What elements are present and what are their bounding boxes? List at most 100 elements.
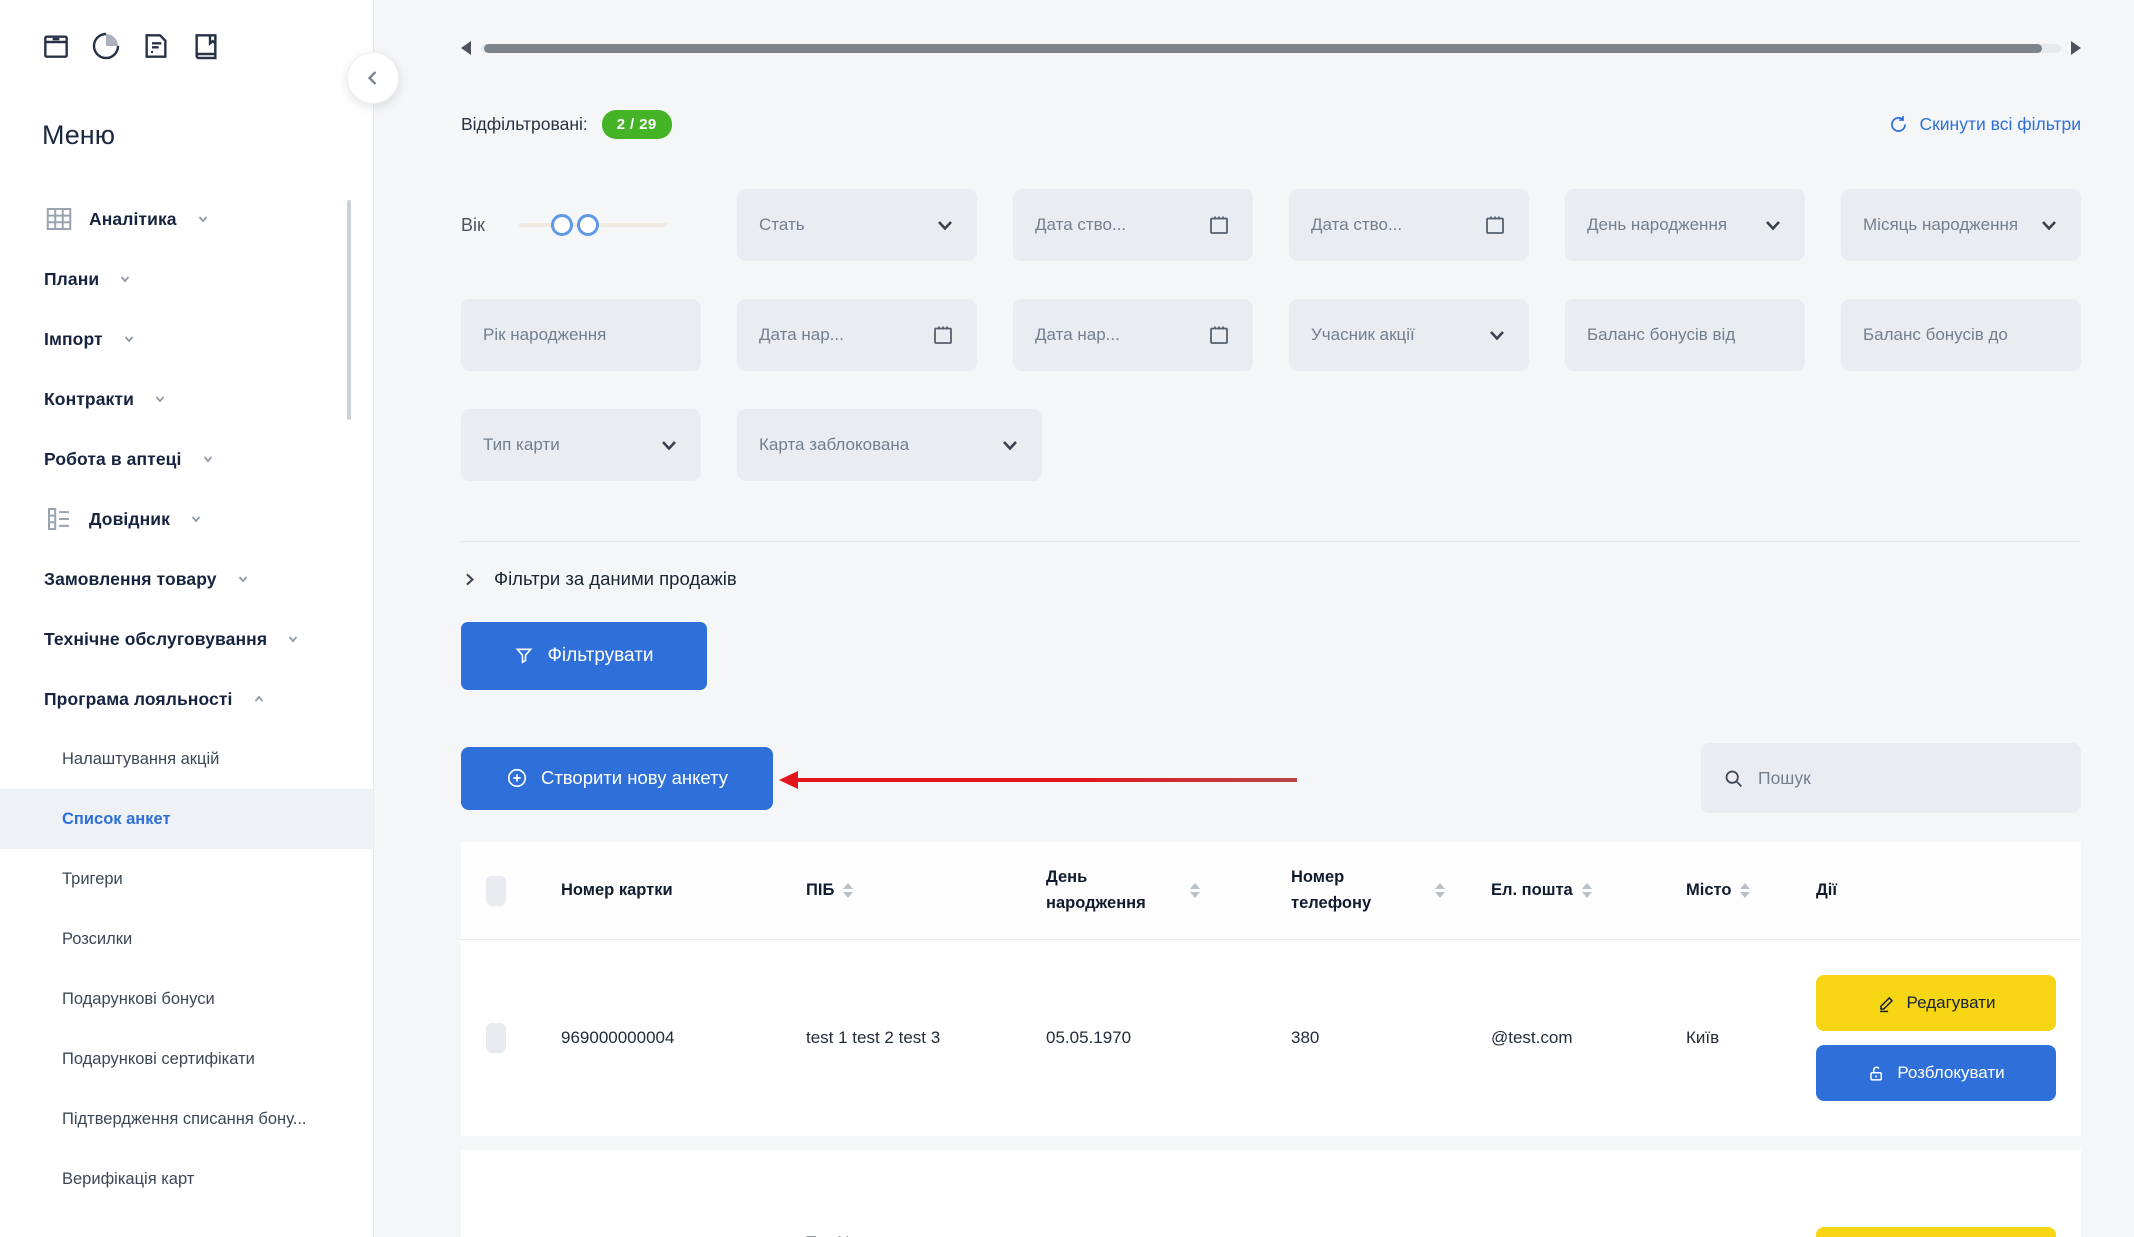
age-filter: Вік bbox=[461, 189, 701, 261]
header-label: Номер телефону bbox=[1291, 865, 1426, 916]
filter-status-row: Відфільтровані: 2 / 29 Скинути всі фільт… bbox=[461, 110, 2081, 139]
scrollbar-thumb[interactable] bbox=[484, 44, 2042, 53]
sidebar-item-analytics[interactable]: Аналітика bbox=[0, 189, 373, 249]
edit-button[interactable]: Редагувати bbox=[1816, 1227, 2056, 1237]
sales-filters-toggle[interactable]: Фільтри за даними продажів bbox=[461, 568, 2081, 590]
slider-handle-min[interactable] bbox=[551, 214, 573, 236]
filter-button[interactable]: Фільтрувати bbox=[461, 622, 707, 690]
search-box[interactable] bbox=[1701, 743, 2081, 813]
birthday-day-label: День народження bbox=[1587, 214, 1763, 235]
select-all-checkbox[interactable] bbox=[486, 876, 506, 906]
birth-year-input[interactable]: Рік народження bbox=[461, 299, 701, 371]
column-header-phone[interactable]: Номер телефону bbox=[1266, 865, 1466, 916]
header-label: Місто bbox=[1686, 878, 1731, 904]
archive-box-icon[interactable] bbox=[40, 30, 72, 62]
sidebar-subitem-gift-bonuses[interactable]: Подарункові бонуси bbox=[0, 969, 373, 1029]
scroll-left-arrow[interactable] bbox=[461, 41, 471, 55]
horizontal-scrollbar bbox=[461, 40, 2081, 56]
birthday-day-select[interactable]: День народження bbox=[1565, 189, 1805, 261]
sidebar-item-import[interactable]: Імпорт bbox=[0, 309, 373, 369]
card-type-select[interactable]: Тип карти bbox=[461, 409, 701, 481]
table-row: 969000000004 test 1 test 2 test 3 05.05.… bbox=[461, 940, 2081, 1150]
sidebar-item-plans[interactable]: Плани bbox=[0, 249, 373, 309]
promo-participant-select[interactable]: Учасник акції bbox=[1289, 299, 1529, 371]
created-date-to-label: Дата ство... bbox=[1311, 214, 1483, 235]
bonus-balance-to-input[interactable]: Баланс бонусів до bbox=[1841, 299, 2081, 371]
card-blocked-label: Карта заблокована bbox=[759, 434, 1000, 455]
sidebar-subitem-promo-settings[interactable]: Налаштування акцій bbox=[0, 729, 373, 789]
sort-icon[interactable] bbox=[1435, 883, 1445, 898]
age-range-slider[interactable] bbox=[519, 214, 667, 236]
plus-circle-icon bbox=[506, 767, 528, 789]
list-icon bbox=[44, 504, 74, 534]
sidebar-item-pharmacy-work[interactable]: Робота в аптеці bbox=[0, 429, 373, 489]
reset-all-filters-link[interactable]: Скинути всі фільтри bbox=[1888, 114, 2081, 135]
reset-link-label: Скинути всі фільтри bbox=[1919, 114, 2081, 135]
pie-chart-icon[interactable] bbox=[90, 30, 122, 62]
column-header-name[interactable]: ПІБ bbox=[781, 878, 1021, 904]
card-blocked-select[interactable]: Карта заблокована bbox=[737, 409, 1042, 481]
chevron-down-icon bbox=[1000, 435, 1020, 455]
column-header-actions: Дії bbox=[1791, 878, 2081, 904]
create-questionnaire-button[interactable]: Створити нову анкету bbox=[461, 747, 773, 810]
arrow-head bbox=[779, 771, 798, 789]
age-label: Вік bbox=[461, 215, 485, 236]
sidebar-subitem-mailings[interactable]: Розсилки bbox=[0, 909, 373, 969]
sidebar-subitem-triggers[interactable]: Тригери bbox=[0, 849, 373, 909]
nav-label: Імпорт bbox=[44, 329, 103, 350]
reset-icon bbox=[1888, 114, 1909, 135]
column-header-city[interactable]: Місто bbox=[1661, 878, 1791, 904]
bonus-balance-from-input[interactable]: Баланс бонусів від bbox=[1565, 299, 1805, 371]
bonus-balance-to-label: Баланс бонусів до bbox=[1863, 324, 2059, 345]
calendar-icon bbox=[931, 323, 955, 347]
sidebar-scrollbar-thumb[interactable] bbox=[347, 200, 351, 420]
header-label: Номер картки bbox=[561, 878, 673, 904]
created-date-from-input[interactable]: Дата ство... bbox=[1013, 189, 1253, 261]
sidebar-collapse-button[interactable] bbox=[347, 52, 399, 104]
cell-email: @test.com bbox=[1466, 1025, 1661, 1051]
table-toolbar: Створити нову анкету bbox=[461, 742, 2081, 814]
chevron-down-icon bbox=[196, 212, 210, 226]
row-actions: Редагувати bbox=[1791, 1227, 2081, 1237]
sidebar-item-directory[interactable]: Довідник bbox=[0, 489, 373, 549]
book-icon[interactable] bbox=[190, 30, 222, 62]
create-button-label: Створити нову анкету bbox=[541, 767, 728, 789]
document-icon[interactable] bbox=[140, 30, 172, 62]
birth-date-from-input[interactable]: Дата нар... bbox=[737, 299, 977, 371]
sidebar-item-goods-order[interactable]: Замовлення товару bbox=[0, 549, 373, 609]
sidebar-item-maintenance[interactable]: Технічне обслуговування bbox=[0, 609, 373, 669]
sort-icon[interactable] bbox=[1582, 883, 1592, 898]
column-header-birth-date[interactable]: День народження bbox=[1021, 865, 1266, 916]
slider-handle-max[interactable] bbox=[577, 214, 599, 236]
chevron-down-icon bbox=[1487, 325, 1507, 345]
sidebar-subitem-bonus-writeoff-confirm[interactable]: Підтвердження списання бону... bbox=[0, 1089, 373, 1149]
sidebar-subitem-questionnaire-list[interactable]: Список анкет bbox=[0, 789, 373, 849]
column-header-card-number[interactable]: Номер картки bbox=[536, 878, 781, 904]
birthday-month-select[interactable]: Місяць народження bbox=[1841, 189, 2081, 261]
row-checkbox[interactable] bbox=[486, 1023, 506, 1053]
sidebar-item-loyalty-program[interactable]: Програма лояльності bbox=[0, 669, 373, 729]
edit-button[interactable]: Редагувати bbox=[1816, 975, 2056, 1031]
chevron-up-icon bbox=[252, 692, 266, 706]
sidebar-item-contracts[interactable]: Контракти bbox=[0, 369, 373, 429]
grid-table-icon bbox=[44, 204, 74, 234]
sort-icon[interactable] bbox=[1740, 883, 1750, 898]
header-label: ПІБ bbox=[806, 878, 834, 904]
created-date-to-input[interactable]: Дата ство... bbox=[1289, 189, 1529, 261]
nav-label: Довідник bbox=[89, 509, 170, 530]
gender-select[interactable]: Стать bbox=[737, 189, 977, 261]
sidebar-subitem-card-verification[interactable]: Верифікація карт bbox=[0, 1149, 373, 1209]
chevron-down-icon bbox=[201, 452, 215, 466]
birth-date-to-input[interactable]: Дата нар... bbox=[1013, 299, 1253, 371]
column-header-email[interactable]: Ел. пошта bbox=[1466, 878, 1661, 904]
chevron-left-icon bbox=[363, 68, 383, 88]
scrollbar-track[interactable] bbox=[481, 44, 2061, 53]
card-type-label: Тип карти bbox=[483, 434, 659, 455]
sort-icon[interactable] bbox=[1190, 883, 1200, 898]
calendar-icon bbox=[1207, 323, 1231, 347]
unblock-button[interactable]: Розблокувати bbox=[1816, 1045, 2056, 1101]
scroll-right-arrow[interactable] bbox=[2071, 41, 2081, 55]
sort-icon[interactable] bbox=[843, 883, 853, 898]
search-input[interactable] bbox=[1758, 768, 2059, 789]
sidebar-subitem-gift-certificates[interactable]: Подарункові сертифікати bbox=[0, 1029, 373, 1089]
